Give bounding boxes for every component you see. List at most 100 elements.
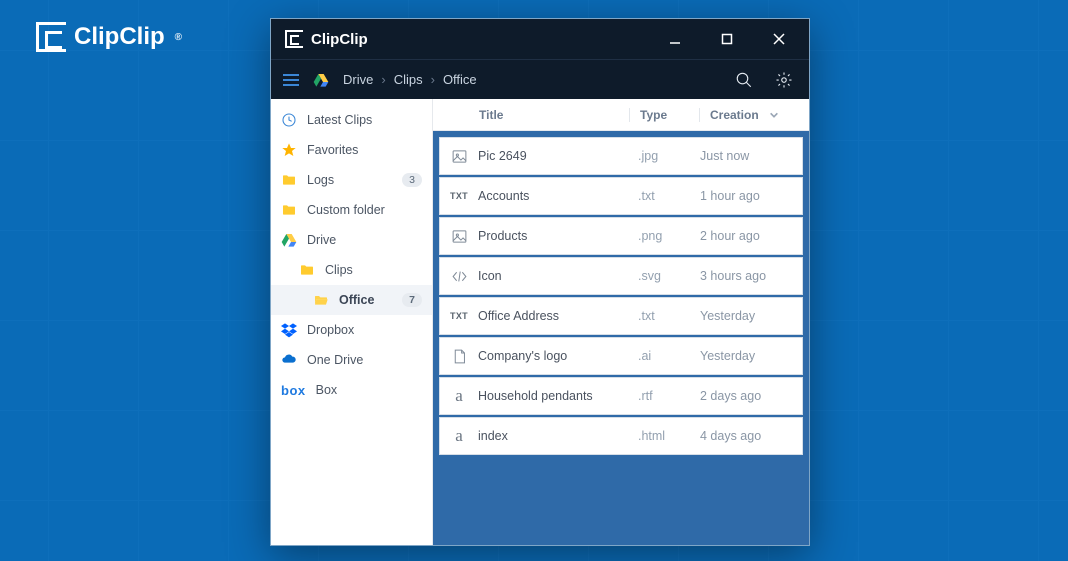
sidebar-item-label: Custom folder [307,203,422,217]
breadcrumb-sep: › [431,72,435,87]
item-title: Products [478,229,638,243]
titlebar[interactable]: ClipClip [271,19,809,59]
sidebar-item-label: Latest Clips [307,113,422,127]
sidebar-item-label: Logs [307,173,392,187]
column-header: Title Type Creation [433,99,809,131]
doc-icon [440,348,478,365]
item-title: Pic 2649 [478,149,638,163]
item-creation: 1 hour ago [700,189,802,203]
item-title: index [478,429,638,443]
item-creation: Just now [700,149,802,163]
list-item[interactable]: Icon.svg3 hours ago [439,257,803,295]
item-type: .txt [638,189,700,203]
item-type: .svg [638,269,700,283]
item-title: Household pendants [478,389,638,403]
sidebar-item-favorites[interactable]: Favorites [271,135,432,165]
serif-icon: a [440,386,478,406]
window-maximize-button[interactable] [705,19,749,59]
item-type: .png [638,229,700,243]
sidebar-item-label: Favorites [307,143,422,157]
sidebar-item-latest-clips[interactable]: Latest Clips [271,105,432,135]
drive-icon[interactable] [313,72,329,88]
list-item[interactable]: TXTOffice Address.txtYesterday [439,297,803,335]
column-type[interactable]: Type [629,108,699,122]
folder-open-icon [313,292,329,308]
window-minimize-button[interactable] [653,19,697,59]
item-type: .txt [638,309,700,323]
sidebar-item-label: Office [339,293,392,307]
image-icon [440,228,478,245]
brand-logo: ClipClip ® [36,22,182,52]
folder-icon [299,262,315,278]
sidebar-item-badge: 3 [402,173,422,187]
item-creation: 2 days ago [700,389,802,403]
file-list: Pic 2649.jpgJust nowTXTAccounts.txt1 hou… [433,131,809,545]
item-title: Icon [478,269,638,283]
window-close-button[interactable] [757,19,801,59]
sidebar-item-label: One Drive [307,353,422,367]
sidebar-item-custom-folder[interactable]: Custom folder [271,195,432,225]
sidebar-item-dropbox[interactable]: Dropbox [271,315,432,345]
gear-icon[interactable] [771,67,797,93]
sidebar-item-label: Dropbox [307,323,422,337]
item-type: .rtf [638,389,700,403]
brand-label: ClipClip [74,23,165,51]
list-item[interactable]: TXTAccounts.txt1 hour ago [439,177,803,215]
box-icon: box [281,383,306,398]
app-title: ClipClip [311,31,368,48]
main-panel: Title Type Creation Pic 2649.jpgJust now… [433,99,809,545]
dropbox-icon [281,322,297,338]
item-title: Company's logo [478,349,638,363]
column-title[interactable]: Title [433,108,629,122]
breadcrumb: Drive › Clips › Office [343,72,477,87]
brand-registered: ® [175,32,182,43]
item-type: .jpg [638,149,700,163]
breadcrumb-segment-1[interactable]: Clips [394,72,423,87]
list-item[interactable]: Products.png2 hour ago [439,217,803,255]
item-title: Office Address [478,309,638,323]
breadcrumb-segment-0[interactable]: Drive [343,72,373,87]
item-creation: Yesterday [700,309,802,323]
sidebar-item-badge: 7 [402,293,422,307]
item-creation: Yesterday [700,349,802,363]
clock-icon [281,112,297,128]
clipclip-logo-icon [36,22,66,52]
menu-icon[interactable] [283,74,299,86]
breadcrumb-sep: › [381,72,385,87]
app-window: ClipClip Drive › Clips › Office [270,18,810,546]
image-icon [440,148,478,165]
item-type: .ai [638,349,700,363]
sidebar-item-onedrive[interactable]: One Drive [271,345,432,375]
item-creation: 2 hour ago [700,229,802,243]
item-type: .html [638,429,700,443]
sidebar: Latest Clips Favorites Logs 3 Custom folder D… [271,99,433,545]
search-icon[interactable] [731,67,757,93]
breadcrumb-segment-2[interactable]: Office [443,72,477,87]
item-title: Accounts [478,189,638,203]
list-item[interactable]: aHousehold pendants.rtf2 days ago [439,377,803,415]
star-icon [281,142,297,158]
list-item[interactable]: Pic 2649.jpgJust now [439,137,803,175]
folder-icon [281,202,297,218]
item-creation: 3 hours ago [700,269,802,283]
txt-icon: TXT [440,191,478,201]
item-creation: 4 days ago [700,429,802,443]
onedrive-icon [281,352,297,368]
toolbar: Drive › Clips › Office [271,59,809,99]
sidebar-item-label: Clips [325,263,422,277]
column-creation[interactable]: Creation [699,108,809,122]
drive-icon [281,232,297,248]
serif-icon: a [440,426,478,446]
list-item[interactable]: Company's logo.aiYesterday [439,337,803,375]
code-icon [440,268,478,285]
txt-icon: TXT [440,311,478,321]
sidebar-item-box[interactable]: boxBox [271,375,432,405]
chevron-down-icon [769,110,779,120]
app-icon [285,30,303,48]
sidebar-item-logs[interactable]: Logs 3 [271,165,432,195]
folder-icon [281,172,297,188]
list-item[interactable]: aindex.html4 days ago [439,417,803,455]
sidebar-item-office[interactable]: Office 7 [271,285,432,315]
sidebar-item-clips[interactable]: Clips [271,255,432,285]
sidebar-item-drive[interactable]: Drive [271,225,432,255]
